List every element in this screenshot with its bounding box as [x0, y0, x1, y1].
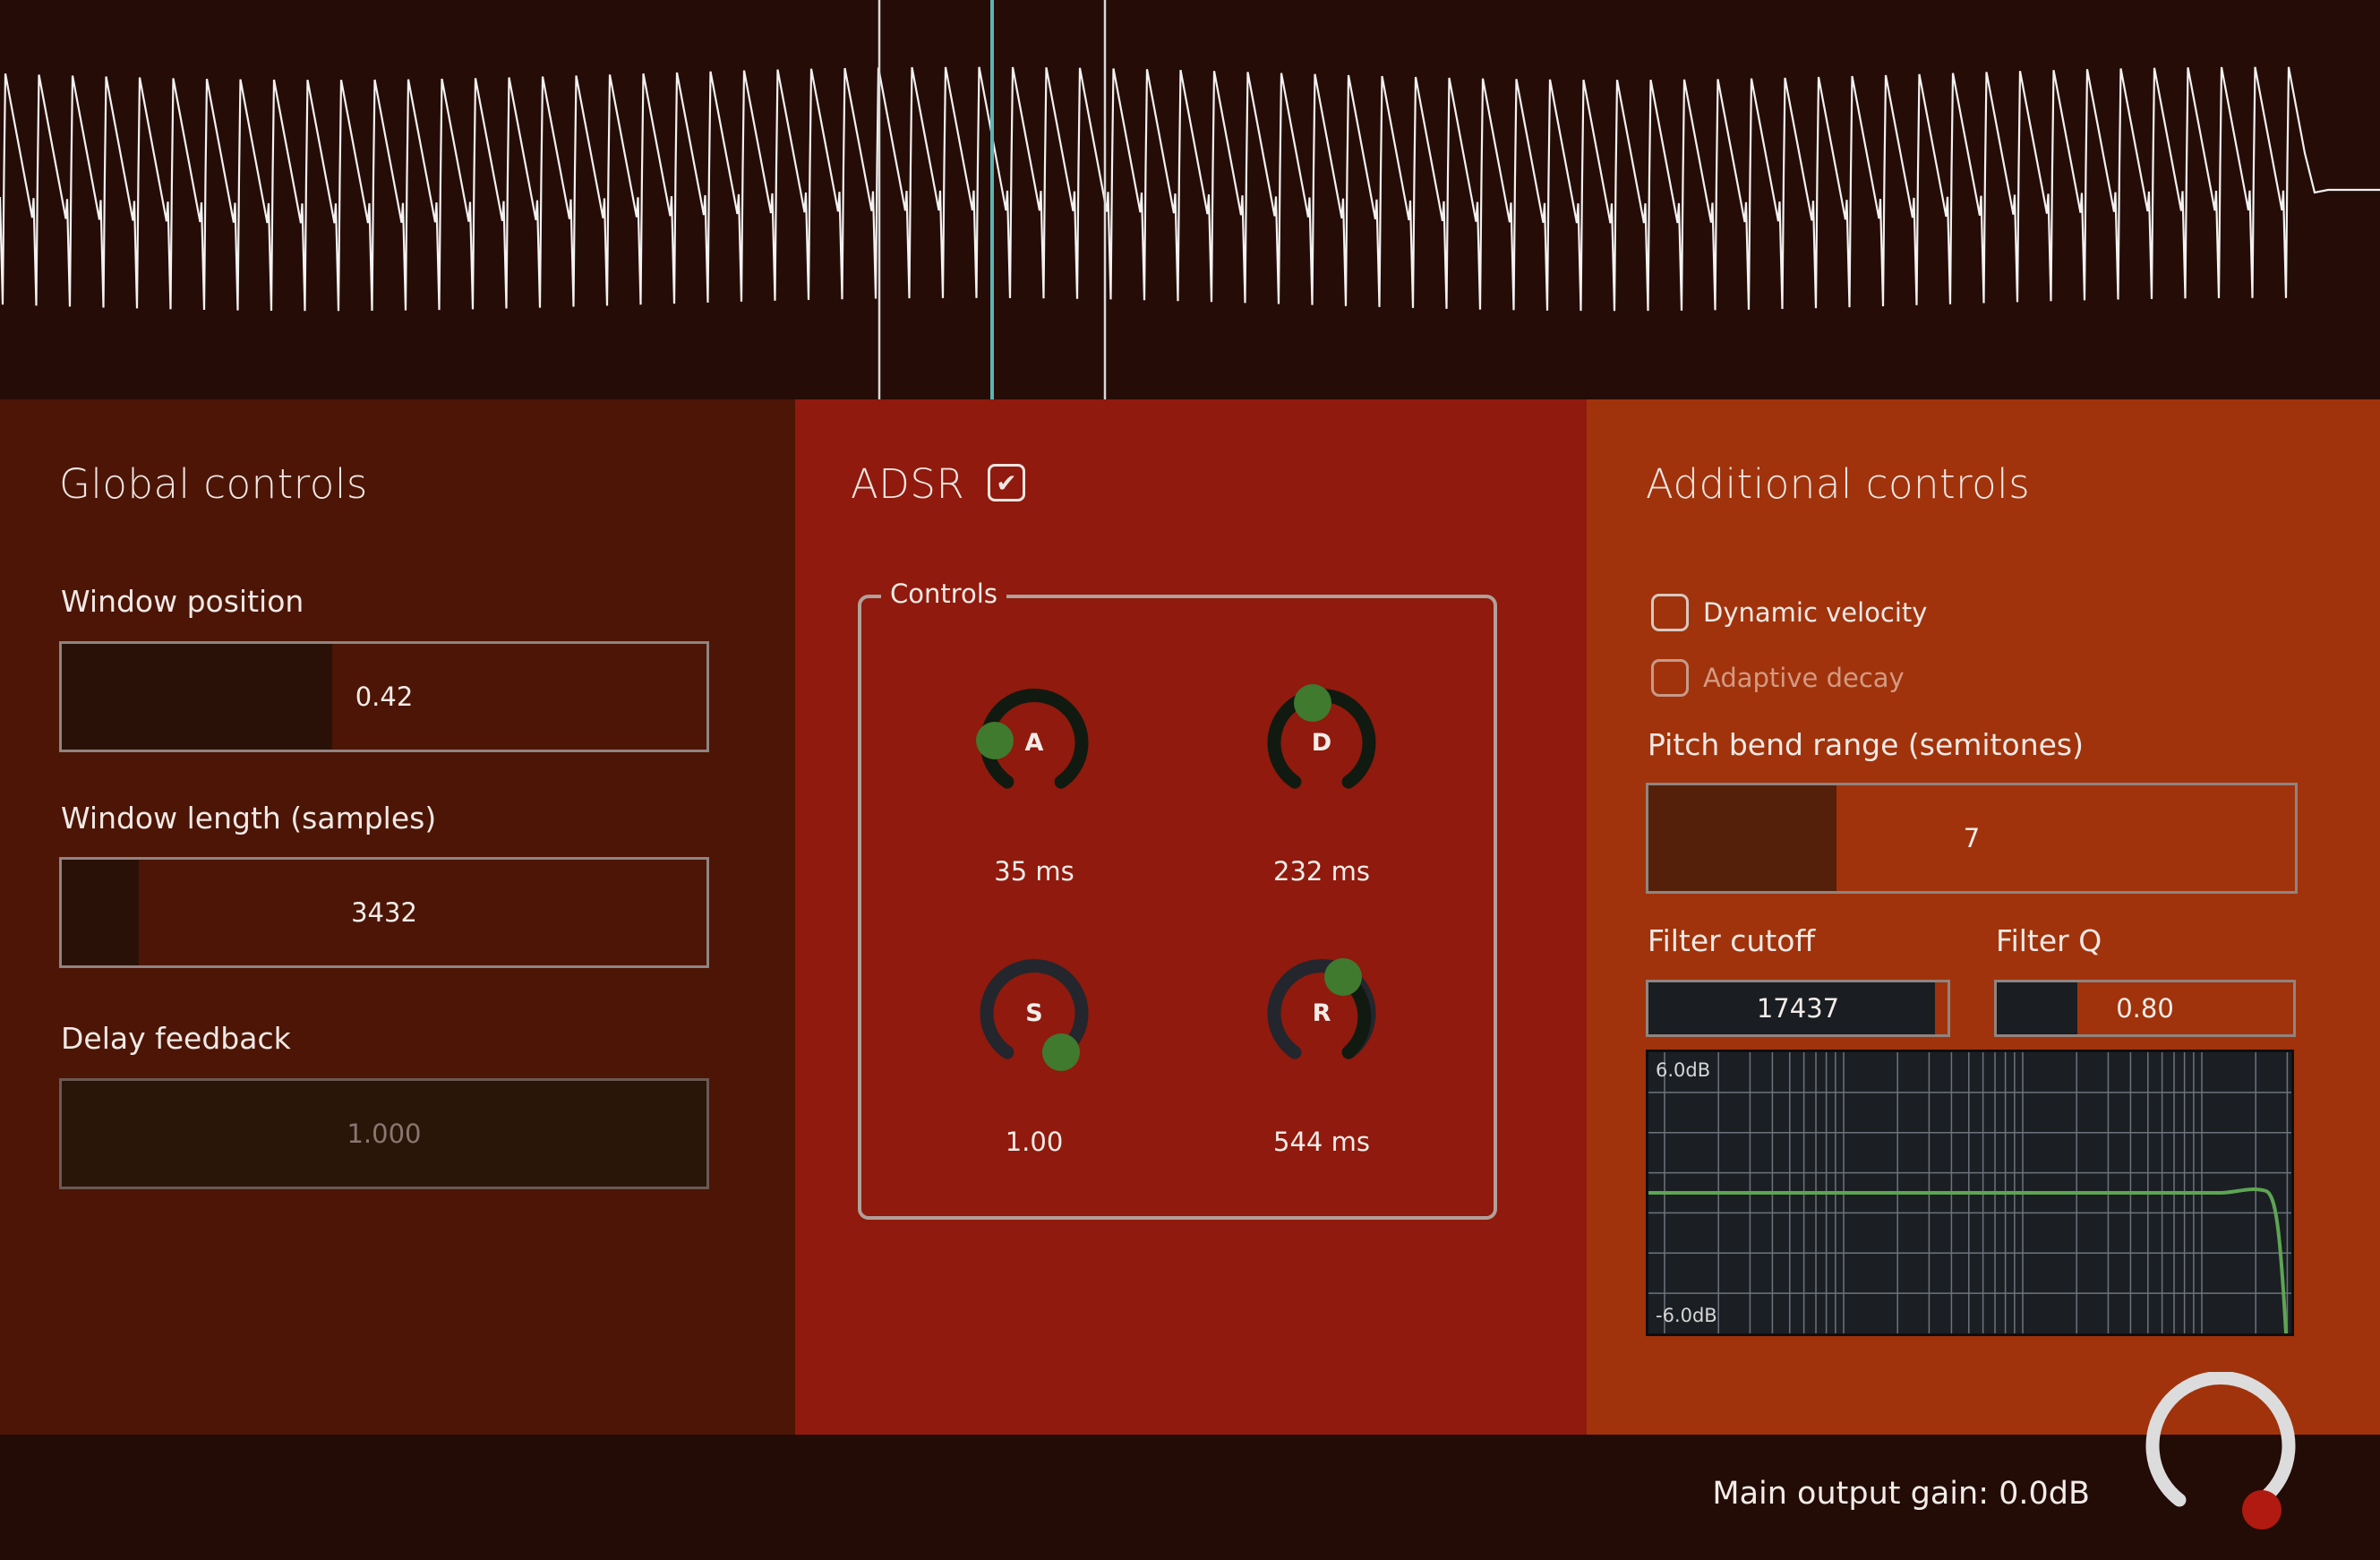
filter-cutoff-label: Filter cutoff [1648, 923, 1816, 958]
footer-bar: Main output gain: 0.0dB [0, 1435, 2380, 1560]
pitch-bend-value: 7 [1963, 823, 1981, 853]
attack-value: 35 ms [994, 856, 1074, 887]
gain-knob-arc-icon [2145, 1371, 2296, 1530]
window-length-value: 3432 [351, 897, 417, 928]
dynamic-velocity-label: Dynamic velocity [1703, 597, 1928, 628]
checkbox-box[interactable] [1651, 594, 1689, 631]
release-value: 544 ms [1273, 1127, 1370, 1157]
global-controls-title: Global controls [59, 460, 368, 508]
filter-cutoff-value: 17437 [1756, 993, 1840, 1024]
decay-knob-letter: D [1311, 729, 1332, 757]
window-length-label: Window length (samples) [61, 801, 437, 836]
dynamic-velocity-checkbox[interactable]: Dynamic velocity [1651, 594, 1927, 631]
checkbox-box[interactable] [1651, 659, 1689, 697]
waveform-svg [0, 0, 2380, 399]
filter-response-graph: 6.0dB -6.0dB [1646, 1050, 2294, 1336]
gain-knob-handle [2242, 1490, 2282, 1530]
adaptive-decay-checkbox[interactable]: Adaptive decay [1651, 659, 1905, 697]
filter-q-label: Filter Q [1996, 923, 2102, 958]
check-icon: ✔ [996, 467, 1017, 498]
delay-feedback-slider[interactable]: 1.000 [59, 1078, 709, 1189]
controls-legend: Controls [881, 579, 1006, 609]
adsr-controls-group: Controls A 35 ms D 232 ms S 1.00 R 544 m… [858, 579, 1497, 1220]
release-knob[interactable]: R [1241, 939, 1402, 1100]
global-controls-panel: Global controls Window position 0.42 Win… [0, 399, 795, 1435]
attack-knob-letter: A [1024, 729, 1044, 757]
pitch-bend-slider[interactable]: 7 [1646, 783, 2298, 894]
adsr-panel: ADSR ✔ Controls A 35 ms D 232 ms S 1.00 … [795, 399, 1587, 1435]
window-position-slider[interactable]: 0.42 [59, 641, 709, 752]
filter-graph-svg [1648, 1052, 2291, 1333]
waveform-line [0, 66, 2380, 312]
knob-handle [1042, 1033, 1080, 1071]
window-position-label: Window position [61, 584, 304, 619]
decay-value: 232 ms [1273, 856, 1370, 887]
knob-handle [1294, 684, 1331, 722]
window-length-slider[interactable]: 3432 [59, 857, 709, 968]
adsr-enable-checkbox[interactable]: ✔ [988, 464, 1025, 501]
knob-handle [1324, 958, 1362, 996]
main-output-gain-knob[interactable] [2140, 1371, 2301, 1533]
main-output-gain-label: Main output gain: 0.0dB [1712, 1476, 2090, 1512]
adsr-title: ADSR [851, 460, 965, 508]
delay-feedback-value: 1.000 [347, 1119, 422, 1149]
filter-response-curve [1648, 1187, 2288, 1333]
additional-controls-panel: Additional controls Dynamic velocity Ada… [1587, 399, 2380, 1435]
release-knob-letter: R [1312, 999, 1331, 1027]
sustain-value: 1.00 [1005, 1127, 1064, 1157]
graph-top-label: 6.0dB [1656, 1059, 1711, 1081]
decay-knob[interactable]: D [1241, 668, 1402, 829]
graph-bottom-label: -6.0dB [1656, 1305, 1717, 1326]
pitch-bend-label: Pitch bend range (semitones) [1648, 727, 2084, 762]
sustain-knob[interactable]: S [954, 939, 1115, 1100]
sustain-knob-letter: S [1025, 999, 1043, 1027]
filter-cutoff-slider[interactable]: 17437 [1646, 980, 1950, 1037]
additional-controls-title: Additional controls [1646, 460, 2031, 508]
delay-feedback-label: Delay feedback [61, 1021, 291, 1056]
filter-q-slider[interactable]: 0.80 [1994, 980, 2296, 1037]
adaptive-decay-label: Adaptive decay [1703, 663, 1905, 693]
window-position-value: 0.42 [355, 681, 414, 712]
waveform-display[interactable] [0, 0, 2380, 399]
filter-q-value: 0.80 [2116, 993, 2174, 1024]
attack-knob[interactable]: A [954, 668, 1115, 829]
